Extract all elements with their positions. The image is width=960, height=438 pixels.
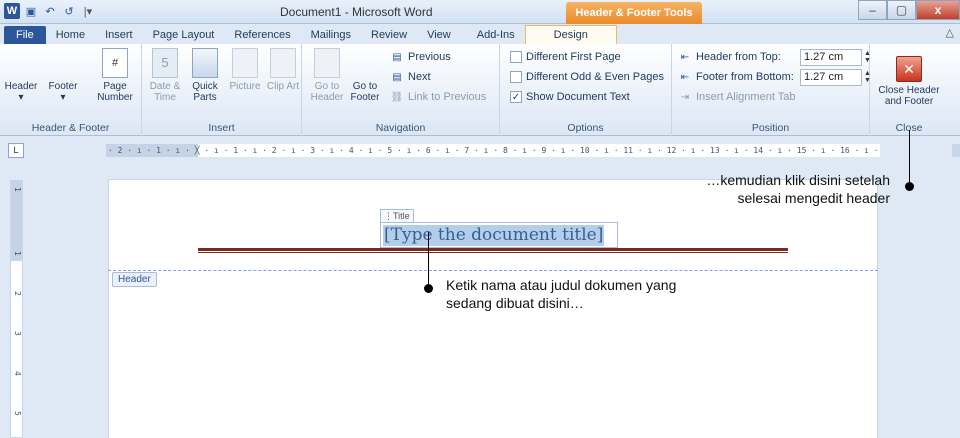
- header-rule-thick: [198, 248, 788, 251]
- insert-alignment-tab-button[interactable]: ⇥ Insert Alignment Tab: [678, 88, 796, 106]
- picture-button[interactable]: Picture: [226, 48, 264, 92]
- goto-header-icon: [314, 48, 340, 78]
- annotation-dot-title: [424, 284, 433, 293]
- annotation-line-title: [428, 232, 429, 292]
- group-header-footer: Header ▾ Footer ▾ # Page Number Header & F…: [0, 44, 184, 257]
- checkbox-checked: ✓: [510, 91, 522, 103]
- checkbox-unchecked: [510, 51, 522, 63]
- header-rule-thin: [198, 252, 788, 253]
- window-title: Document1 - Microsoft Word: [280, 5, 433, 19]
- maximize-button[interactable]: ▢: [887, 0, 916, 20]
- title-field[interactable]: [Type the document title]: [380, 222, 618, 248]
- window-controls: – ▢ x: [858, 0, 960, 20]
- title-tag: ⋮Title: [380, 209, 414, 222]
- group-label-header-footer: Header & Footer: [31, 122, 110, 134]
- page-number-icon: #: [102, 48, 128, 78]
- tab-design[interactable]: Design: [524, 25, 617, 44]
- footer-from-bottom-label: ⇤ Footer from Bottom:: [678, 68, 794, 86]
- page-number-button[interactable]: # Page Number: [92, 48, 138, 103]
- group-options: Different First Page Different Odd & Eve…: [500, 44, 672, 136]
- ruler-ticks: · 2 · ı · 1 · ı · ╳ · ı · 1 · ı · 2 · ı …: [108, 146, 880, 155]
- group-navigation: Go to Header Go to Footer ▤ Previous ▤ N…: [302, 44, 500, 257]
- title-content-control[interactable]: ⋮Title [Type the document title]: [380, 209, 618, 248]
- quick-parts-icon: [192, 48, 218, 78]
- vertical-ruler-shade: [11, 181, 22, 261]
- footer-button[interactable]: Footer ▾: [44, 48, 184, 257]
- tab-page-layout[interactable]: Page Layout: [143, 26, 225, 44]
- show-document-text-checkbox[interactable]: ✓ Show Document Text: [510, 88, 630, 106]
- header-boundary: [108, 270, 878, 271]
- tab-insert[interactable]: Insert: [95, 26, 143, 44]
- group-label-navigation: Navigation: [375, 122, 426, 134]
- checkbox-unchecked: [510, 71, 522, 83]
- different-odd-even-checkbox[interactable]: Different Odd & Even Pages: [510, 68, 664, 86]
- footer-position-icon: ⇤: [680, 71, 690, 83]
- tab-selector[interactable]: L: [8, 143, 24, 158]
- date-time-button[interactable]: 5 Date & Time: [146, 48, 184, 103]
- undo-icon[interactable]: ↶: [42, 3, 58, 19]
- group-close: ✕ Close Header and Footer Close: [870, 44, 948, 136]
- close-header-icon: ✕: [896, 56, 922, 82]
- close-window-button[interactable]: x: [916, 0, 960, 20]
- group-position: ⇤ Header from Top: 1.27 cm ▲ ▼ ⇤ Footer f…: [672, 44, 871, 136]
- minimize-button[interactable]: –: [858, 0, 887, 20]
- goto-header-button[interactable]: Go to Header: [308, 48, 346, 103]
- goto-footer-button[interactable]: Go to Footer: [346, 48, 486, 257]
- header-position-icon: ⇤: [680, 51, 690, 63]
- ribbon: Header ▾ Footer ▾ # Page Number Header & F…: [0, 44, 960, 257]
- title-placeholder[interactable]: [Type the document title]: [383, 225, 605, 246]
- annotation-dot-close: [905, 182, 914, 191]
- word-logo-icon[interactable]: W: [4, 3, 20, 19]
- clip-art-icon: [270, 48, 296, 78]
- header-footer-tools-label: Header & Footer Tools: [566, 2, 702, 24]
- different-first-page-checkbox[interactable]: Different First Page: [510, 48, 621, 66]
- annotation-line-close: [909, 130, 910, 188]
- group-label-options: Options: [567, 122, 604, 134]
- link-to-previous-button[interactable]: ⛓ Link to Previous: [390, 88, 487, 106]
- previous-icon: ▤: [392, 51, 402, 63]
- tab-addins[interactable]: Add-Ins: [467, 26, 525, 44]
- tab-file[interactable]: File: [4, 26, 46, 44]
- next-icon: ▤: [392, 71, 402, 83]
- tab-home[interactable]: Home: [46, 26, 95, 44]
- header-tag: Header: [112, 272, 157, 287]
- vertical-ruler[interactable]: 1 1 2 3 4 5: [10, 180, 23, 438]
- footer-from-bottom-input[interactable]: 1.27 cm: [800, 69, 862, 86]
- tab-review[interactable]: Review: [361, 26, 417, 44]
- horizontal-ruler[interactable]: · 2 · ı · 1 · ı · ╳ · ı · 1 · ı · 2 · ı …: [106, 144, 880, 157]
- ribbon-tabs: File Home Insert Page Layout References …: [0, 24, 960, 44]
- title-bar: W ▣ ↶ ↺ |▾ Document1 - Microsoft Word He…: [0, 0, 960, 24]
- quick-parts-button[interactable]: Quick Parts: [186, 48, 224, 103]
- previous-button[interactable]: ▤ Previous: [390, 48, 451, 66]
- redo-icon[interactable]: ↺: [61, 3, 77, 19]
- annotation-close-note: …kemudian klik disini setelah selesai me…: [706, 172, 890, 206]
- group-label-position: Position: [751, 122, 790, 134]
- clip-art-button[interactable]: Clip Art: [264, 48, 302, 92]
- quick-access-toolbar: W ▣ ↶ ↺ |▾: [4, 3, 96, 19]
- tab-mailings[interactable]: Mailings: [301, 26, 361, 44]
- tab-view[interactable]: View: [417, 26, 461, 44]
- group-insert: 5 Date & Time Quick Parts Picture Clip A…: [142, 44, 302, 136]
- alignment-tab-icon: ⇥: [680, 91, 690, 103]
- save-icon[interactable]: ▣: [23, 3, 39, 19]
- tab-references[interactable]: References: [224, 26, 300, 44]
- next-button[interactable]: ▤ Next: [390, 68, 430, 86]
- header-from-top-label: ⇤ Header from Top:: [678, 48, 781, 66]
- annotation-title-note: Ketik nama atau judul dokumen yang sedan…: [446, 277, 677, 311]
- header-from-top-input[interactable]: 1.27 cm: [800, 49, 862, 66]
- header-button[interactable]: Header ▾: [2, 48, 142, 257]
- horizontal-ruler-bar: L · 2 · ı · 1 · ı · ╳ · ı · 1 · ı · 2 · …: [0, 137, 960, 163]
- ruler-right-edge: [952, 144, 960, 157]
- group-label-insert: Insert: [208, 122, 235, 134]
- picture-icon: [232, 48, 258, 78]
- close-header-footer-button[interactable]: ✕ Close Header and Footer: [874, 56, 944, 107]
- minimize-ribbon-icon[interactable]: △: [946, 26, 954, 39]
- link-icon: ⛓: [390, 91, 404, 103]
- date-time-icon: 5: [152, 48, 178, 78]
- customize-qat-icon[interactable]: |▾: [80, 3, 96, 19]
